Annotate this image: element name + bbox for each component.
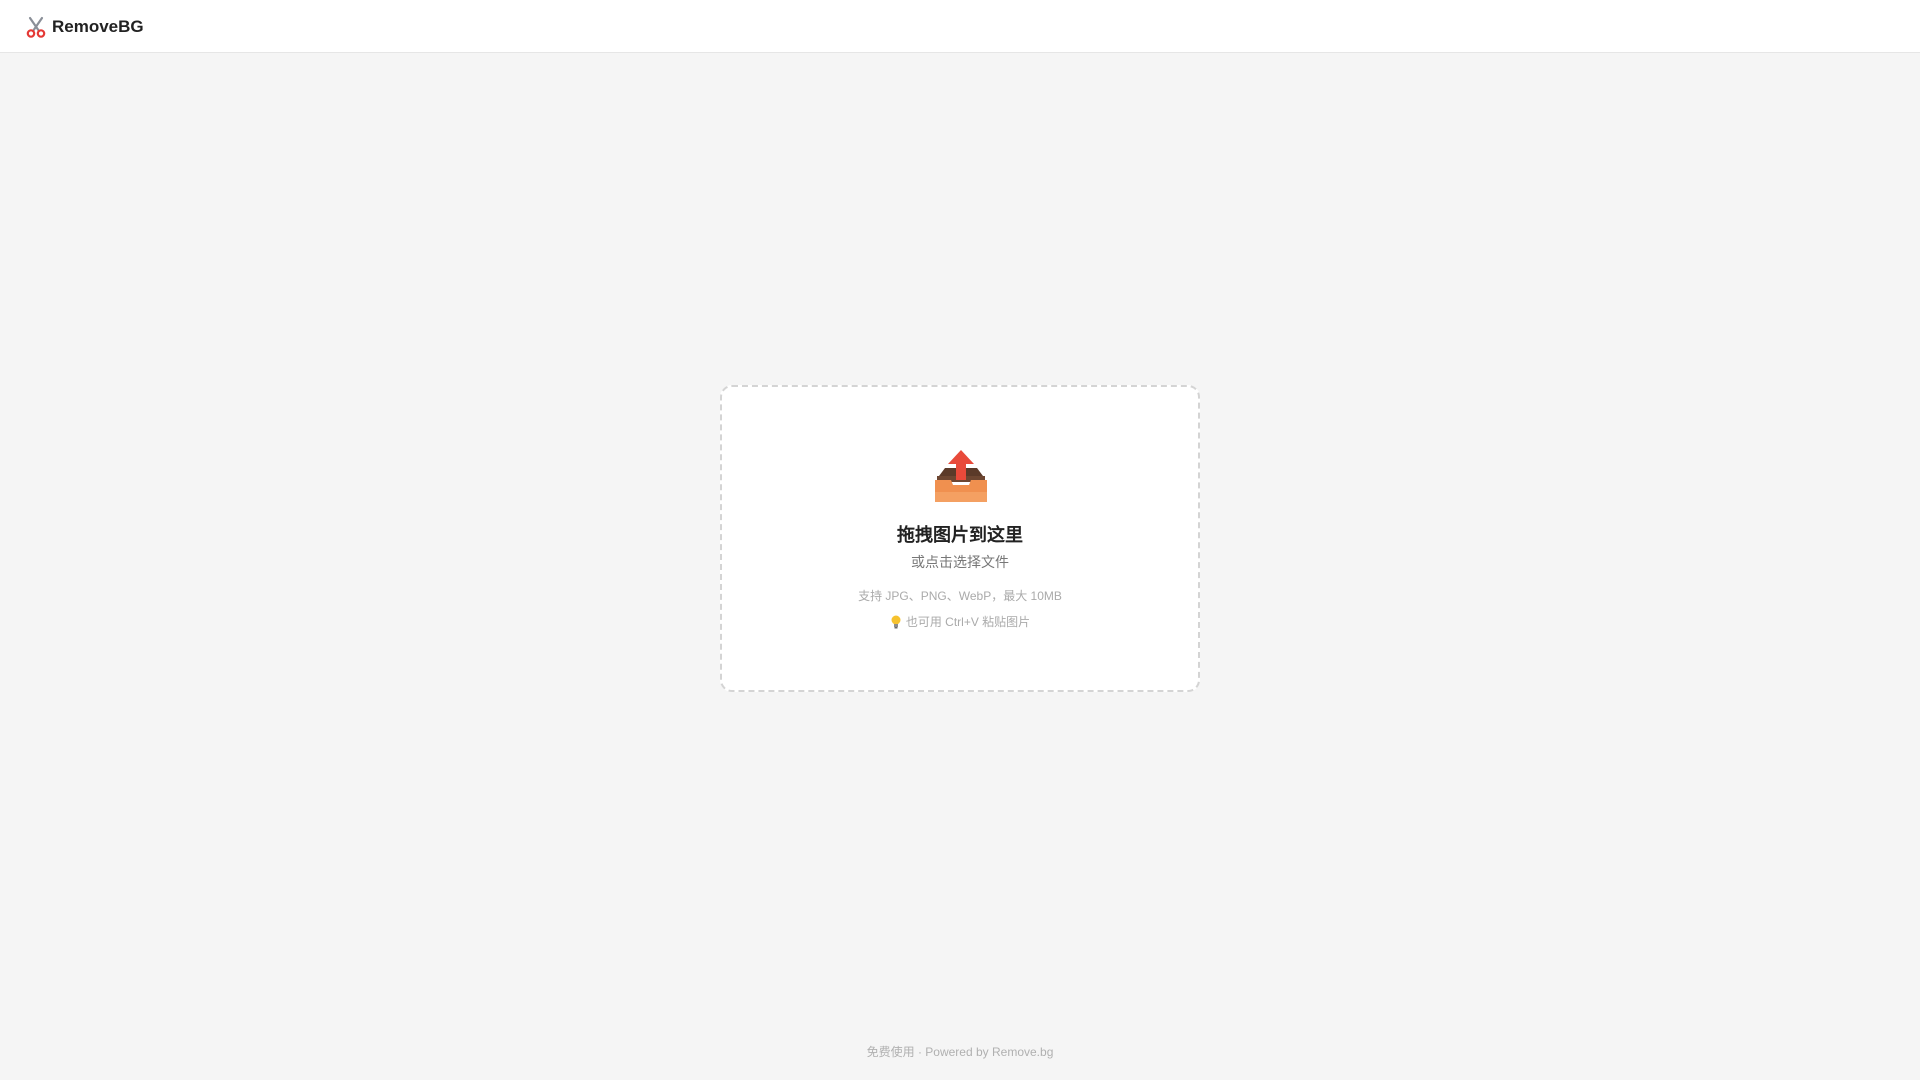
- brand-name: RemoveBG: [52, 17, 144, 36]
- scissors-icon: [26, 16, 46, 38]
- upload-dropzone[interactable]: 拖拽图片到这里 或点击选择文件 支持 JPG、PNG、WebP，最大 10MB …: [720, 385, 1200, 692]
- supported-formats: 支持 JPG、PNG、WebP，最大 10MB: [858, 589, 1062, 603]
- footer: 免费使用 · Powered by Remove.bg: [0, 1043, 1920, 1060]
- footer-link-removebg[interactable]: Remove.bg: [992, 1045, 1053, 1059]
- brand-logo[interactable]: RemoveBG: [24, 14, 144, 40]
- top-bar: RemoveBG: [0, 0, 1920, 53]
- footer-text: 免费使用 · Powered by: [866, 1045, 992, 1059]
- paste-tip-text: 也可用 Ctrl+V 粘贴图片: [905, 615, 1031, 629]
- dropzone-title: 拖拽图片到这里: [897, 525, 1023, 545]
- lightbulb-icon: [891, 615, 901, 628]
- paste-tip: 也可用 Ctrl+V 粘贴图片: [722, 613, 1198, 630]
- dropzone-subtitle: 或点击选择文件: [911, 554, 1009, 570]
- inbox-upload-icon: [935, 450, 987, 502]
